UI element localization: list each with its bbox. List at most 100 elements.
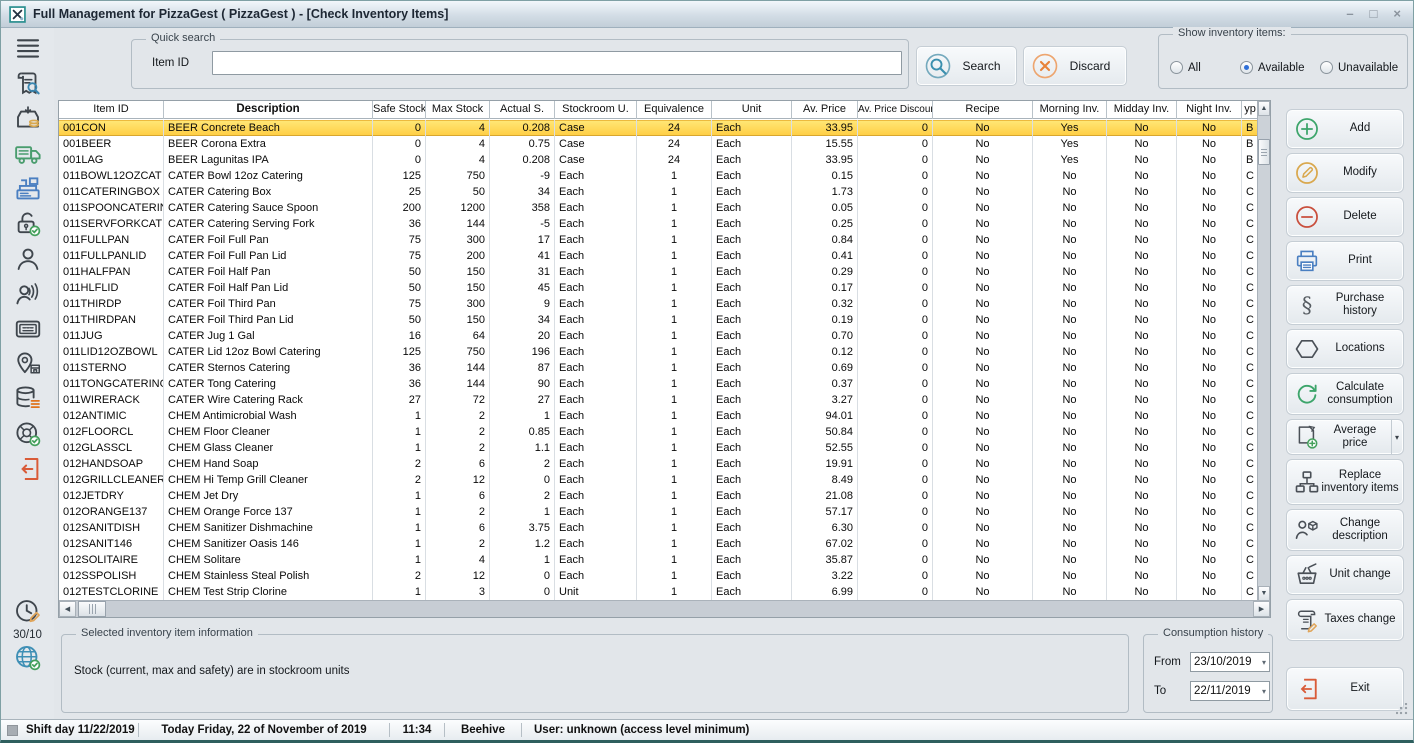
radio-available[interactable]: Available <box>1240 61 1304 74</box>
cell: 64 <box>426 328 490 344</box>
column-header[interactable]: Equivalence <box>637 101 712 119</box>
scroll-left-arrow-icon[interactable]: ◀ <box>59 601 76 617</box>
intake-coins-icon[interactable] <box>12 104 44 134</box>
column-header[interactable]: Morning Inv. <box>1033 101 1107 119</box>
average-price-button[interactable]: Average price▾ <box>1286 419 1404 455</box>
table-row[interactable]: 012SOLITAIRECHEM Solitare141Each1Each35.… <box>59 552 1257 568</box>
column-header[interactable]: Actual S. <box>490 101 555 119</box>
column-header[interactable]: Av. Price <box>792 101 858 119</box>
cell: No <box>1107 392 1177 408</box>
unit-change-button[interactable]: Unit change <box>1286 555 1404 595</box>
table-row[interactable]: 011BOWL12OZCATCATER Bowl 12oz Catering12… <box>59 168 1257 184</box>
table-row[interactable]: 011WIRERACKCATER Wire Catering Rack27722… <box>59 392 1257 408</box>
cell: No <box>1107 296 1177 312</box>
cell: 2 <box>490 488 555 504</box>
cash-register-icon[interactable] <box>12 174 44 204</box>
column-header[interactable]: Stockroom U. <box>555 101 637 119</box>
modify-button[interactable]: Modify <box>1286 153 1404 193</box>
to-date-select[interactable]: 22/11/2019 ▾ <box>1190 681 1270 701</box>
vertical-scrollbar[interactable]: ▲ ▼ <box>1257 101 1270 601</box>
table-row[interactable]: 012GLASSCLCHEM Glass Cleaner121.1Each1Ea… <box>59 440 1257 456</box>
delete-button[interactable]: Delete <box>1286 197 1404 237</box>
item-id-input[interactable] <box>212 51 902 75</box>
table-row[interactable]: 011STERNOCATER Sternos Catering3614487Ea… <box>59 360 1257 376</box>
horizontal-scroll-thumb[interactable] <box>78 601 106 617</box>
horizontal-scrollbar[interactable]: ◀ ▶ <box>59 600 1270 617</box>
search-button[interactable]: Search <box>916 46 1017 86</box>
table-row[interactable]: 012SANITDISHCHEM Sanitizer Dishmachine16… <box>59 520 1257 536</box>
locations-button[interactable]: Locations <box>1286 329 1404 369</box>
table-row[interactable]: 012ORANGE137CHEM Orange Force 137121Each… <box>59 504 1257 520</box>
scroll-down-arrow-icon[interactable]: ▼ <box>1258 586 1270 601</box>
purchase-history-button[interactable]: §Purchase history <box>1286 285 1404 325</box>
exit-button[interactable]: Exit <box>1286 667 1404 711</box>
column-header[interactable]: Night Inv. <box>1177 101 1242 119</box>
column-header[interactable]: Max Stock <box>426 101 490 119</box>
cell: 0 <box>858 568 933 584</box>
table-row[interactable]: 011LID12OZBOWLCATER Lid 12oz Bowl Cateri… <box>59 344 1257 360</box>
table-row[interactable]: 012FLOORCLCHEM Floor Cleaner120.85Each1E… <box>59 424 1257 440</box>
column-header[interactable]: Recipe <box>933 101 1033 119</box>
column-header[interactable]: Unit <box>712 101 792 119</box>
consumption-history-label: Consumption history <box>1158 627 1268 639</box>
close-button[interactable]: × <box>1393 4 1401 24</box>
globe-check-icon[interactable] <box>12 643 44 673</box>
table-row[interactable]: 011FULLPANCATER Foil Full Pan7530017Each… <box>59 232 1257 248</box>
table-row[interactable]: 001BEERBEER Corona Extra040.75Case24Each… <box>59 136 1257 152</box>
store-pin-icon[interactable] <box>12 349 44 379</box>
menu-icon[interactable] <box>12 34 44 64</box>
radio-all[interactable]: All <box>1170 61 1201 74</box>
scroll-up-arrow-icon[interactable]: ▲ <box>1258 101 1270 116</box>
lock-check-icon[interactable] <box>12 209 44 239</box>
table-row[interactable]: 012SSPOLISHCHEM Stainless Steal Polish21… <box>59 568 1257 584</box>
add-button[interactable]: Add <box>1286 109 1404 149</box>
column-header[interactable]: Av. Price Discount <box>858 101 933 119</box>
column-header[interactable]: Description <box>164 101 373 119</box>
dropdown-arrow-icon[interactable]: ▾ <box>1391 420 1399 454</box>
column-header[interactable]: Safe Stock <box>373 101 426 119</box>
resize-grip[interactable] <box>1396 703 1408 715</box>
table-row[interactable]: 012ANTIMICCHEM Antimicrobial Wash121Each… <box>59 408 1257 424</box>
customer-icon[interactable] <box>12 244 44 274</box>
table-row[interactable]: 001LAGBEER Lagunitas IPA040.208Case24Eac… <box>59 152 1257 168</box>
database-icon[interactable] <box>12 384 44 414</box>
table-row[interactable]: 011HLFLIDCATER Foil Half Pan Lid5015045E… <box>59 280 1257 296</box>
receipt-search-icon[interactable] <box>12 69 44 99</box>
column-header[interactable]: Midday Inv. <box>1107 101 1177 119</box>
radio-unavailable[interactable]: Unavailable <box>1320 61 1398 74</box>
discard-button[interactable]: Discard <box>1023 46 1127 86</box>
table-row[interactable]: 011SERVFORKCATCATER Catering Serving For… <box>59 216 1257 232</box>
table-row[interactable]: 012JETDRYCHEM Jet Dry162Each1Each21.080N… <box>59 488 1257 504</box>
table-row[interactable]: 011THIRDPCATER Foil Third Pan753009Each1… <box>59 296 1257 312</box>
table-row[interactable]: 011THIRDPANCATER Foil Third Pan Lid50150… <box>59 312 1257 328</box>
calculate-consumption-button[interactable]: Calculate consumption <box>1286 373 1404 415</box>
table-row[interactable]: 011HALFPANCATER Foil Half Pan5015031Each… <box>59 264 1257 280</box>
table-row[interactable]: 012SANIT146CHEM Sanitizer Oasis 146121.2… <box>59 536 1257 552</box>
from-date-select[interactable]: 23/10/2019 ▾ <box>1190 652 1270 672</box>
table-row[interactable]: 011SPOONCATERINCATER Catering Sauce Spoo… <box>59 200 1257 216</box>
user-id-icon[interactable] <box>12 279 44 309</box>
table-row[interactable]: 012TESTCLORINECHEM Test Strip Clorine130… <box>59 584 1257 600</box>
table-row[interactable]: 001CONBEER Concrete Beach040.208Case24Ea… <box>59 120 1257 136</box>
table-row[interactable]: 011CATERINGBOXCATER Catering Box255034Ea… <box>59 184 1257 200</box>
exit-module-icon[interactable] <box>12 454 44 484</box>
table-row[interactable]: 011FULLPANLIDCATER Foil Full Pan Lid7520… <box>59 248 1257 264</box>
table-row[interactable]: 011TONGCATERINGCATER Tong Catering361449… <box>59 376 1257 392</box>
cell: 25 <box>373 184 426 200</box>
table-row[interactable]: 012HANDSOAPCHEM Hand Soap262Each1Each19.… <box>59 456 1257 472</box>
minimize-button[interactable]: – <box>1346 4 1353 24</box>
maximize-button[interactable]: □ <box>1370 4 1378 24</box>
change-description-button[interactable]: Change description <box>1286 509 1404 551</box>
taxes-change-button[interactable]: Taxes change <box>1286 599 1404 641</box>
scroll-right-arrow-icon[interactable]: ▶ <box>1253 601 1270 617</box>
replace-inventory-items-button[interactable]: Replace inventory items <box>1286 459 1404 505</box>
table-row[interactable]: 011JUGCATER Jug 1 Gal166420Each1Each0.70… <box>59 328 1257 344</box>
table-row[interactable]: 012GRILLCLEANERCHEM Hi Temp Grill Cleane… <box>59 472 1257 488</box>
keypad-icon[interactable] <box>12 314 44 344</box>
delivery-truck-icon[interactable] <box>12 139 44 169</box>
column-header[interactable]: Item ID <box>59 101 164 119</box>
shift-clock-icon[interactable] <box>12 597 44 627</box>
vertical-scroll-thumb[interactable] <box>1258 139 1270 165</box>
ring-check-icon[interactable] <box>12 419 44 449</box>
print-button[interactable]: Print <box>1286 241 1404 281</box>
